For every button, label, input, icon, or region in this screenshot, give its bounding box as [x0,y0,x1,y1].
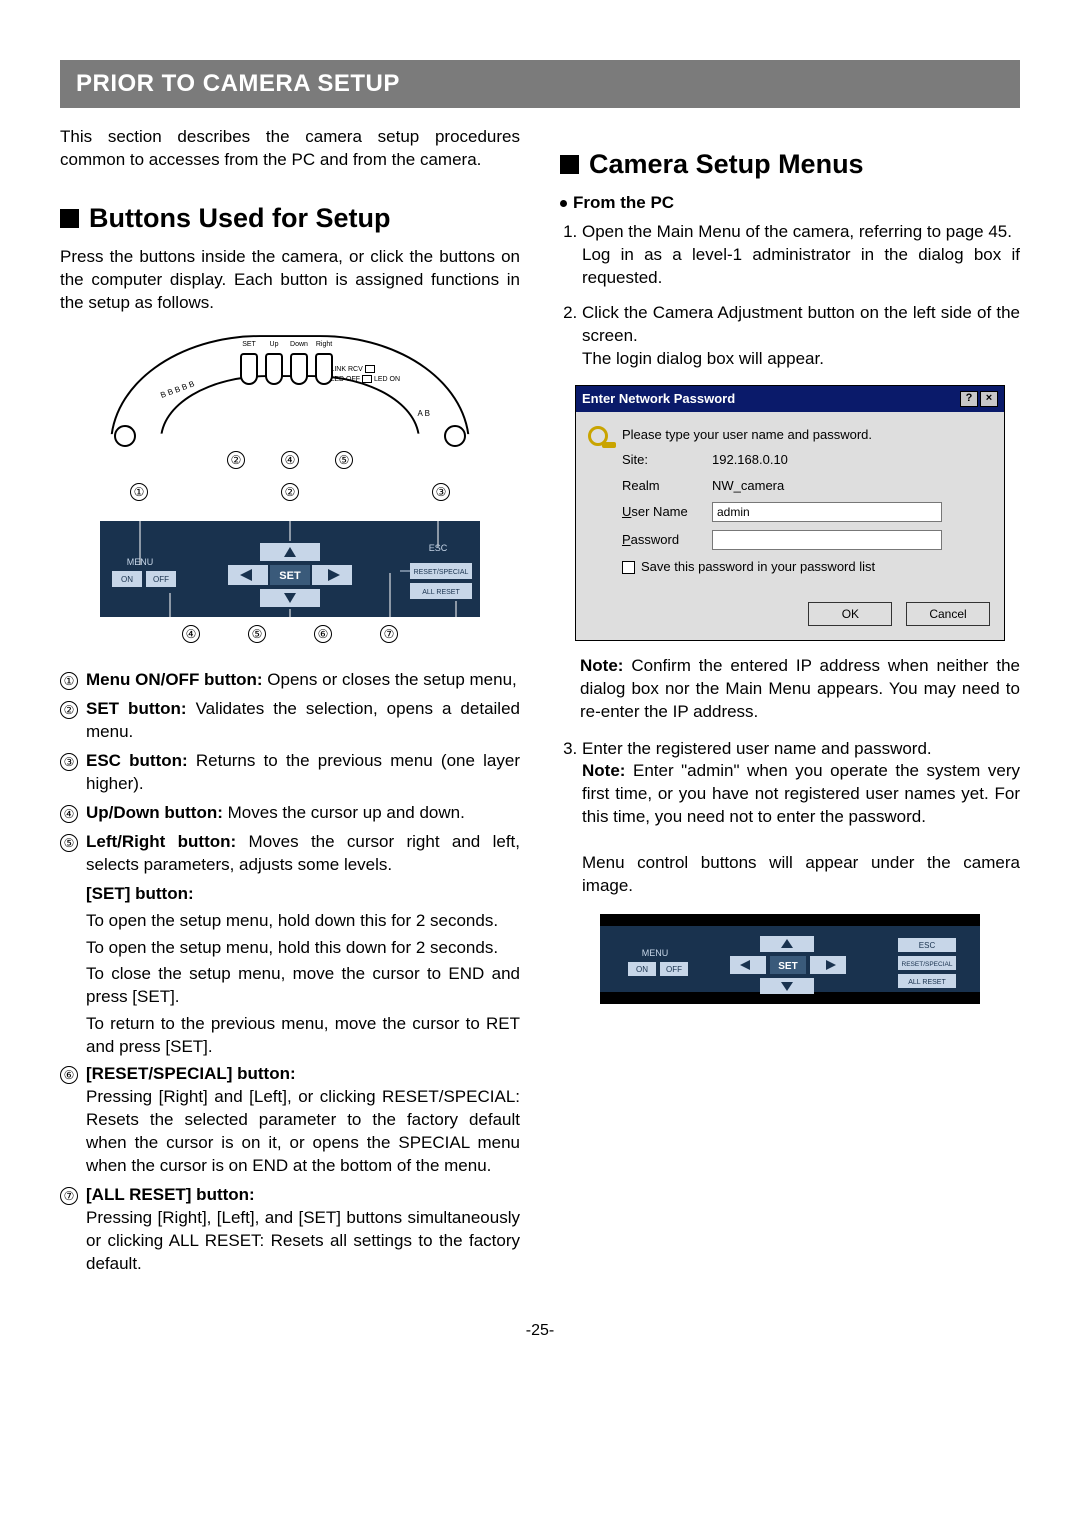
dialog-prompt: Please type your user name and password. [622,426,990,444]
svg-text:MENU: MENU [642,948,669,958]
help-icon[interactable]: ? [960,391,978,407]
menus-heading-text: Camera Setup Menus [589,146,864,182]
username-label: User Name [622,503,712,521]
square-bullet-icon [60,209,79,228]
svg-text:SET: SET [778,961,797,972]
username-input[interactable] [712,502,942,522]
save-password-checkbox-row[interactable]: Save this password in your password list [622,558,990,576]
right-column: Camera Setup Menus From the PC Open the … [560,126,1020,1282]
menu-control-panel: MENU ON OFF SET ESC RESET/SPECIAL ALL RE… [600,914,980,1011]
key-icon [588,426,622,584]
dialog-title: Enter Network Password [582,390,958,408]
pc-steps-cont: Enter the registered user name and passw… [560,738,1020,899]
dialog-titlebar: Enter Network Password ? × [576,386,1004,412]
checkbox-icon[interactable] [622,561,635,574]
buttons-intro: Press the buttons inside the camera, or … [60,246,520,315]
buttons-heading: Buttons Used for Setup [60,200,520,236]
svg-text:OFF: OFF [666,965,682,974]
close-icon[interactable]: × [980,391,998,407]
svg-text:ESC: ESC [429,543,448,553]
square-bullet-icon [560,155,579,174]
control-panel-diagram: MENU ON OFF SET [100,521,480,617]
password-label: Password [622,531,712,549]
svg-text:ALL RESET: ALL RESET [422,589,460,596]
pc-steps: Open the Main Menu of the camera, referr… [560,221,1020,371]
camera-diagram: SET Up Down Right B B B B B LINK RCV LED… [100,335,480,643]
svg-text:RESET/SPECIAL: RESET/SPECIAL [414,569,469,576]
svg-text:SET: SET [279,570,301,582]
ok-button[interactable]: OK [808,602,892,626]
left-column: This section describes the camera setup … [60,126,520,1282]
menus-heading: Camera Setup Menus [560,146,1020,182]
svg-text:OFF: OFF [153,575,169,584]
page-number: -25- [60,1322,1020,1340]
password-input[interactable] [712,530,942,550]
note-ip: Note: Confirm the entered IP address whe… [580,655,1020,724]
intro-text: This section describes the camera setup … [60,126,520,172]
button-description-list: ①Menu ON/OFF button: Opens or closes the… [60,669,520,1276]
site-value: 192.168.0.10 [712,451,990,469]
cancel-button[interactable]: Cancel [906,602,990,626]
realm-value: NW_camera [712,477,990,495]
from-pc-heading: From the PC [560,192,1020,215]
svg-text:ESC: ESC [919,941,936,950]
svg-text:ON: ON [636,965,648,974]
page-header: PRIOR TO CAMERA SETUP [60,60,1020,108]
svg-text:MENU: MENU [127,557,154,567]
svg-text:ALL RESET: ALL RESET [908,979,946,986]
buttons-heading-text: Buttons Used for Setup [89,200,391,236]
site-label: Site: [622,451,712,469]
svg-text:RESET/SPECIAL: RESET/SPECIAL [902,961,953,968]
login-dialog: Enter Network Password ? × Please type y… [575,385,1005,641]
svg-text:ON: ON [121,575,133,584]
realm-label: Realm [622,477,712,495]
